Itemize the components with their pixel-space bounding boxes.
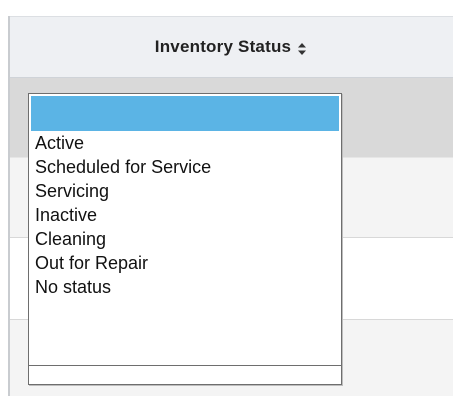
- page: Inventory Status Active Scheduled for Se…: [0, 0, 453, 396]
- dropdown-option-servicing[interactable]: Servicing: [29, 179, 341, 203]
- dropdown-option-blank[interactable]: [31, 96, 339, 131]
- column-divider: [8, 16, 10, 396]
- dropdown-option-active[interactable]: Active: [29, 131, 341, 155]
- column-header-label: Inventory Status: [154, 37, 292, 56]
- dropdown-option-scheduled-for-service[interactable]: Scheduled for Service: [29, 155, 341, 179]
- top-spacer: [0, 0, 453, 16]
- column-header-inventory-status[interactable]: Inventory Status: [8, 16, 453, 78]
- dropdown-option-out-for-repair[interactable]: Out for Repair: [29, 251, 341, 275]
- dropdown-option-no-status[interactable]: No status: [29, 275, 341, 299]
- status-filter-dropdown[interactable]: Active Scheduled for Service Servicing I…: [28, 93, 342, 385]
- sort-updown-icon[interactable]: [298, 42, 307, 55]
- dropdown-option-cleaning[interactable]: Cleaning: [29, 227, 341, 251]
- dropdown-option-inactive[interactable]: Inactive: [29, 203, 341, 227]
- dropdown-option-list: Active Scheduled for Service Servicing I…: [29, 94, 341, 366]
